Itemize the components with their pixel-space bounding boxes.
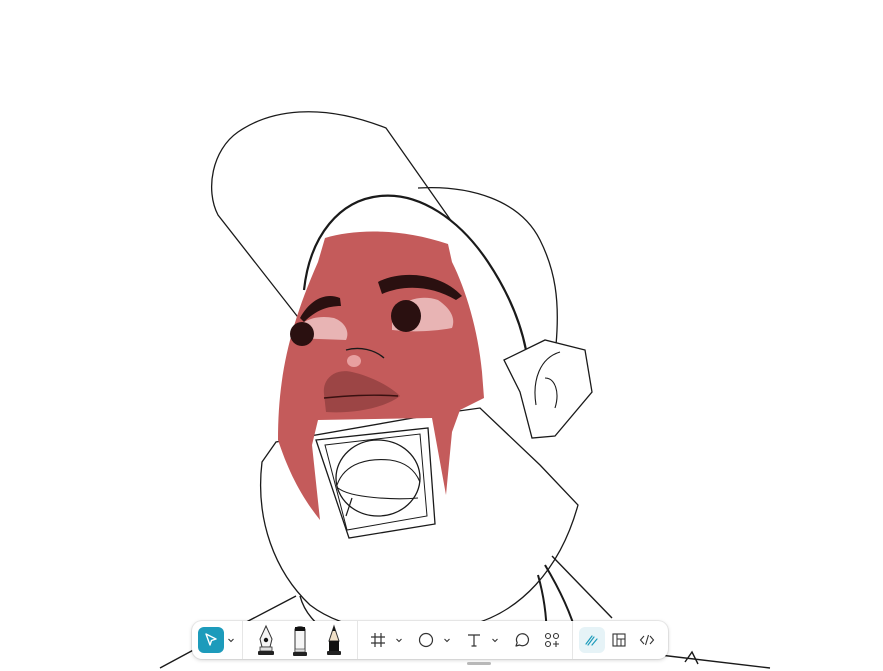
code-brackets-icon [639, 634, 655, 646]
design-mode-toggle[interactable] [605, 627, 633, 653]
chevron-down-icon [492, 638, 498, 643]
text-t-icon [468, 634, 480, 647]
pencil-tool[interactable] [317, 621, 351, 659]
ellipse-tool[interactable] [412, 627, 440, 653]
chevron-down-icon [396, 638, 402, 643]
actions-tool[interactable] [538, 627, 566, 653]
comment-tool[interactable] [508, 627, 536, 653]
dev-mode-toggle[interactable] [633, 627, 661, 653]
shape-options-button[interactable] [442, 627, 452, 653]
draw-mode-toggle[interactable] [579, 627, 605, 653]
draw-squiggle-icon [585, 635, 598, 646]
frame-options-button[interactable] [394, 627, 404, 653]
text-options-button[interactable] [490, 627, 500, 653]
shapes-plus-icon [544, 632, 560, 648]
marker-icon [293, 626, 307, 656]
pen-nib-icon [258, 624, 274, 655]
bottom-toolbar [192, 621, 668, 659]
cursor-arrow-icon [205, 633, 217, 646]
comment-bubble-icon [515, 633, 530, 647]
frame-tool[interactable] [364, 627, 392, 653]
toolbar-divider [242, 621, 243, 659]
move-tool[interactable] [198, 627, 224, 653]
pencil-icon [327, 624, 341, 655]
move-options-button[interactable] [226, 627, 236, 653]
text-tool[interactable] [460, 627, 488, 653]
pen-tool[interactable] [249, 621, 283, 659]
scroll-handle[interactable] [467, 662, 491, 665]
nose-highlight[interactable] [347, 355, 361, 367]
shirt-mark[interactable] [684, 650, 699, 665]
pupil-right[interactable] [391, 300, 421, 332]
toolbar-divider [357, 621, 358, 659]
circle-icon [418, 632, 434, 648]
chevron-down-icon [228, 638, 234, 643]
pupil-left[interactable] [290, 322, 314, 346]
ear[interactable] [503, 339, 593, 439]
frame-icon [371, 633, 385, 647]
layout-grid-icon [612, 633, 626, 647]
drawing-canvas[interactable] [0, 0, 883, 671]
marker-tool[interactable] [283, 621, 317, 659]
chevron-down-icon [444, 638, 450, 643]
collar-right[interactable] [551, 555, 613, 619]
shoulder-right[interactable] [659, 654, 771, 669]
toolbar-divider [572, 621, 573, 659]
